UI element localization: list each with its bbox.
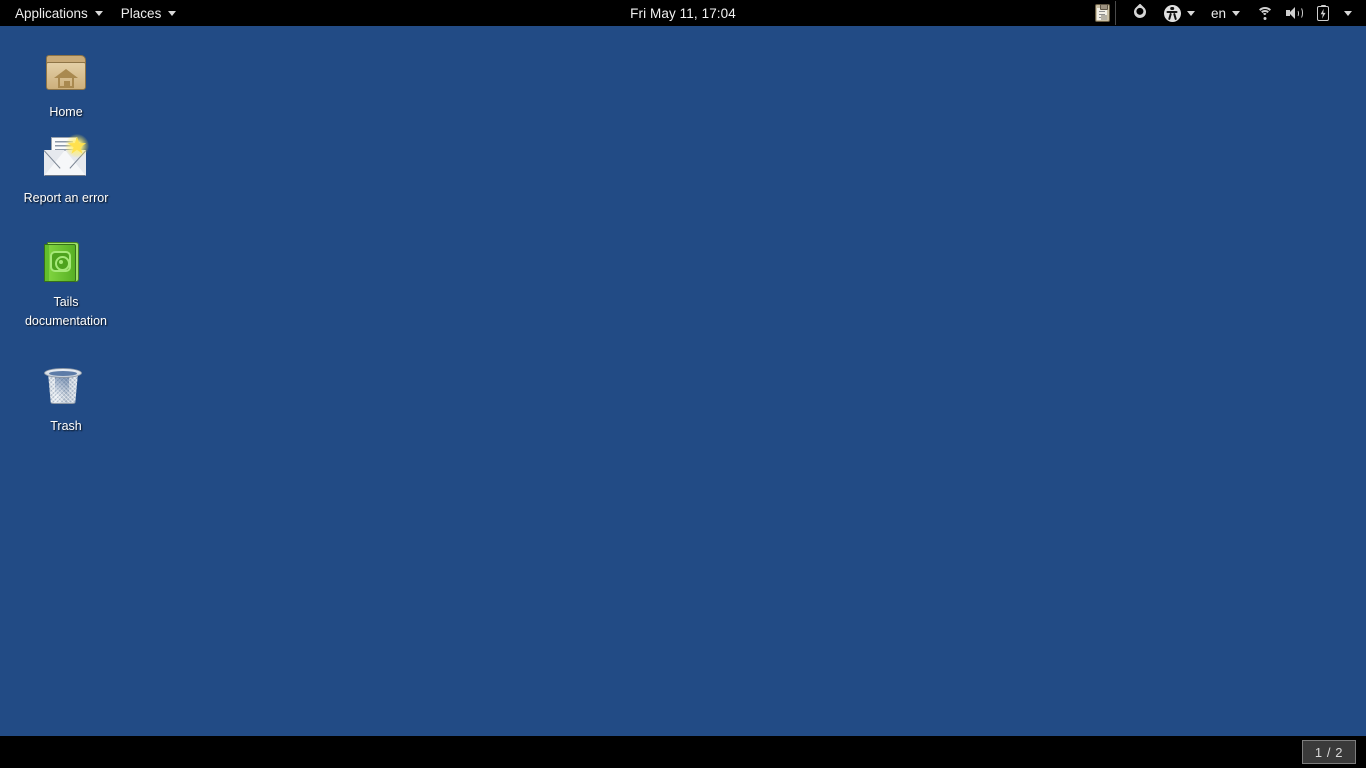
applications-menu-label: Applications [15,5,88,21]
chevron-down-icon [1232,10,1240,16]
home-folder-icon [42,50,90,98]
chevron-down-icon [1344,10,1352,16]
clipboard-icon [1090,1,1116,25]
system-tray: en [1082,0,1366,26]
places-menu[interactable]: Places [112,0,186,26]
desktop-icon-label: Trash [50,419,82,433]
chevron-down-icon [94,10,103,16]
green-book-icon [42,240,90,288]
desktop-icon-label: Home [49,105,83,119]
top-panel: Applications Places Fri May 11, 17:04 en [0,0,1366,26]
desktop[interactable]: Home Report an error Tails documentation… [0,26,1366,736]
desktop-icon-report-an-error[interactable]: Report an error [18,134,114,208]
accessibility-menu[interactable] [1156,0,1203,26]
desktop-icon-label: Tails documentation [24,295,107,328]
desktop-icon-trash[interactable]: Trash [18,364,114,436]
places-menu-label: Places [120,5,162,21]
chevron-down-icon [168,10,177,16]
bottom-panel: 1 / 2 [0,736,1366,768]
clipboard-indicator[interactable] [1082,0,1124,26]
battery-charging-icon [1317,4,1330,22]
desktop-icon-tails-documentation[interactable]: Tails documentation [18,240,114,331]
wifi-icon [1256,6,1273,20]
volume-icon [1286,6,1304,21]
chevron-down-icon [1186,10,1195,16]
mail-star-icon [42,134,90,184]
workspace-switcher[interactable]: 1 / 2 [1302,740,1356,764]
trash-icon [42,364,90,412]
keyboard-layout-label: en [1210,5,1226,21]
desktop-icon-home[interactable]: Home [18,50,114,122]
system-status-menu[interactable] [1248,0,1360,26]
tor-status-indicator[interactable] [1124,0,1156,26]
applications-menu[interactable]: Applications [6,0,112,26]
keyboard-layout-menu[interactable]: en [1203,0,1248,26]
clock[interactable]: Fri May 11, 17:04 [630,6,736,21]
universal-access-icon [1163,4,1181,22]
onion-droplet-icon [1131,3,1149,22]
desktop-icon-label: Report an error [23,191,109,205]
